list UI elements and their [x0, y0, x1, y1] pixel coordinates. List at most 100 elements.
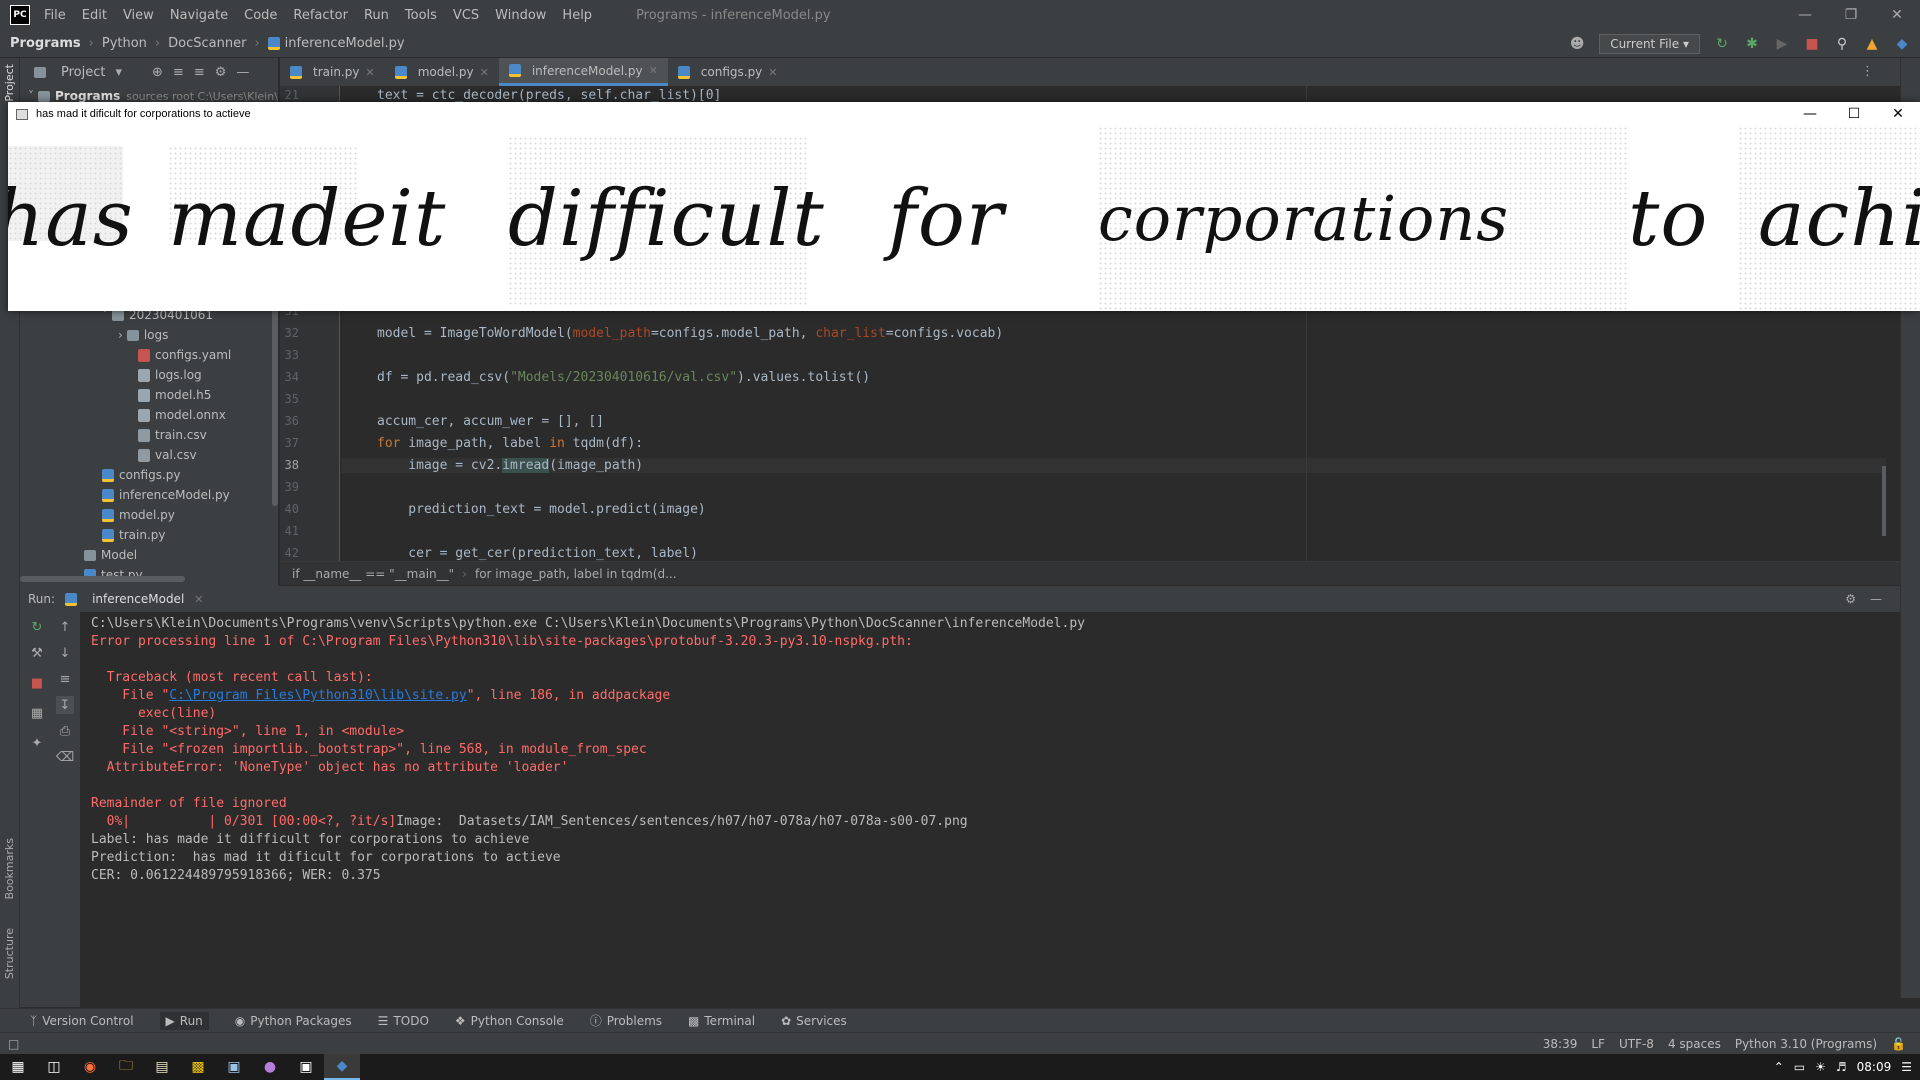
jetbrains-icon[interactable]: ◆ [1894, 36, 1910, 52]
menu-refactor[interactable]: Refactor [293, 8, 348, 23]
update-icon[interactable]: ▲ [1864, 36, 1880, 52]
run-tab-label[interactable]: inferenceModel [92, 592, 184, 606]
wifi-icon[interactable]: ☀ [1815, 1060, 1826, 1074]
hide-icon[interactable]: — [236, 65, 249, 80]
firefox-icon[interactable]: ◉ [72, 1054, 108, 1080]
hide-icon[interactable]: — [1870, 592, 1882, 606]
wrench-icon[interactable]: ⚒ [28, 644, 46, 662]
maximize-icon[interactable]: ☐ [1832, 102, 1876, 126]
menu-navigate[interactable]: Navigate [170, 8, 228, 23]
tab-problems[interactable]: ⓘ Problems [590, 1012, 662, 1029]
down-arrow-icon[interactable]: ↓ [56, 644, 74, 662]
trash-icon[interactable]: ⌫ [56, 748, 74, 766]
pycharm-taskbar-icon[interactable]: ▣ [288, 1054, 324, 1080]
tab-model-py[interactable]: model.py ✕ [385, 58, 499, 86]
breadcrumb-scope[interactable]: for image_path, label in tqdm(d... [475, 567, 677, 581]
tree-item-inferencemodel-py[interactable]: inferenceModel.py [102, 485, 230, 505]
tree-item-logs[interactable]: › logs [118, 325, 168, 345]
python-interpreter[interactable]: Python 3.10 (Programs) [1735, 1037, 1877, 1051]
menu-help[interactable]: Help [562, 8, 592, 23]
more-icon[interactable]: ⋮ [1861, 64, 1874, 79]
project-hscrollbar[interactable] [20, 576, 185, 582]
menu-edit[interactable]: Edit [82, 8, 107, 23]
gear-icon[interactable]: ⚙ [215, 65, 227, 80]
tree-item-configs-yaml[interactable]: configs.yaml [138, 345, 231, 365]
rerun-icon[interactable]: ↻ [1714, 36, 1730, 52]
console-file-link[interactable]: C:\Program Files\Python310\lib\site.py [169, 688, 466, 703]
lock-icon[interactable]: 🔓 [1891, 1037, 1906, 1051]
file-explorer-icon[interactable]: 🗀 [108, 1054, 144, 1080]
python-taskbar-icon[interactable]: ◆ [324, 1054, 360, 1080]
collapse-all-icon[interactable]: ≡ [194, 65, 205, 80]
console-output[interactable]: C:\Users\Klein\Documents\Programs\venv\S… [80, 612, 1900, 1007]
close-icon[interactable]: ✕ [365, 66, 374, 79]
line-separator[interactable]: LF [1591, 1037, 1605, 1051]
menu-code[interactable]: Code [244, 8, 277, 23]
caret-position[interactable]: 38:39 [1543, 1037, 1578, 1051]
tab-services[interactable]: ✿ Services [781, 1014, 847, 1028]
gear-icon[interactable]: ⚙ [1845, 592, 1856, 606]
project-tool-label[interactable]: Project [3, 64, 16, 102]
minimize-icon[interactable]: — [1788, 102, 1832, 126]
restore-icon[interactable]: ❐ [1828, 0, 1874, 30]
breadcrumb-python[interactable]: Python [102, 36, 147, 51]
tree-item-test-py[interactable]: test.py [84, 565, 143, 585]
rerun-icon[interactable]: ↻ [28, 618, 46, 636]
close-icon[interactable]: ✕ [1874, 0, 1920, 30]
layout-icon[interactable]: ▦ [28, 704, 46, 722]
close-icon[interactable]: ✕ [1876, 102, 1920, 126]
debug-icon[interactable]: ✱ [1744, 36, 1760, 52]
soft-wrap-icon[interactable]: ≡ [56, 670, 74, 688]
menu-window[interactable]: Window [495, 8, 546, 23]
chevron-up-icon[interactable]: ⌃ [1774, 1060, 1784, 1074]
breadcrumb-scope[interactable]: if __name__ == "__main__" [292, 567, 454, 581]
tab-configs-py[interactable]: configs.py ✕ [668, 58, 788, 86]
image-window-titlebar[interactable]: has mad it dificult for corporations to … [8, 102, 1920, 126]
tab-run[interactable]: ▶ Run [159, 1011, 209, 1030]
pin-icon[interactable]: ✦ [28, 734, 46, 752]
tree-item-model-folder[interactable]: Model [84, 545, 137, 565]
chevron-down-icon[interactable]: ▾ [115, 65, 122, 80]
tree-item-val-csv[interactable]: val.csv [138, 445, 197, 465]
tab-todo[interactable]: ☰ TODO [378, 1014, 429, 1028]
tree-item-model-py[interactable]: model.py [102, 505, 175, 525]
file-encoding[interactable]: UTF-8 [1619, 1037, 1654, 1051]
editor-scrollbar[interactable] [1882, 466, 1886, 536]
breadcrumb-programs[interactable]: Programs [10, 36, 81, 51]
user-icon[interactable]: ☻ [1569, 36, 1585, 52]
coverage-icon[interactable]: ▶ [1774, 36, 1790, 52]
minimize-icon[interactable]: — [1782, 0, 1828, 30]
close-icon[interactable]: ✕ [768, 66, 777, 79]
discord-icon[interactable]: ● [252, 1054, 288, 1080]
stop-icon[interactable]: ■ [28, 674, 46, 692]
menu-file[interactable]: File [44, 8, 66, 23]
breadcrumb-file[interactable]: inferenceModel.py [285, 36, 405, 51]
scroll-to-end-icon[interactable]: ↧ [56, 696, 74, 714]
notepad-icon[interactable]: ▤ [144, 1054, 180, 1080]
menu-run[interactable]: Run [364, 8, 389, 23]
search-icon[interactable]: ⚲ [1834, 36, 1850, 52]
up-arrow-icon[interactable]: ↑ [56, 618, 74, 636]
breadcrumb-docscanner[interactable]: DocScanner [168, 36, 246, 51]
tree-item-train-py[interactable]: train.py [102, 525, 165, 545]
close-icon[interactable]: ✕ [480, 66, 489, 79]
indent-setting[interactable]: 4 spaces [1668, 1037, 1721, 1051]
tab-version-control[interactable]: ᛉ Version Control [30, 1014, 134, 1028]
layout-icon[interactable]: □ [8, 1037, 19, 1051]
battery-icon[interactable]: ▭ [1794, 1060, 1805, 1074]
tree-item-model-onnx[interactable]: model.onnx [138, 405, 226, 425]
project-panel-title[interactable]: Project [61, 65, 105, 80]
tab-terminal[interactable]: ▩ Terminal [688, 1014, 755, 1028]
expand-all-icon[interactable]: ≡ [173, 65, 184, 80]
task-view-icon[interactable]: ◫ [36, 1054, 72, 1080]
tree-item-model-h5[interactable]: model.h5 [138, 385, 211, 405]
tab-inferencemodel-py[interactable]: inferenceModel.py ✕ [498, 58, 668, 86]
notifications-icon[interactable]: ☰ [1901, 1060, 1912, 1074]
tree-item-configs-py[interactable]: configs.py [102, 465, 181, 485]
close-icon[interactable]: ✕ [649, 64, 658, 77]
print-icon[interactable]: ⎙ [56, 722, 74, 740]
menu-view[interactable]: View [123, 8, 154, 23]
run-configuration-select[interactable]: Current File ▾ [1599, 34, 1700, 54]
tab-python-console[interactable]: ❖ Python Console [455, 1014, 564, 1028]
stop-icon[interactable]: ■ [1804, 36, 1820, 52]
